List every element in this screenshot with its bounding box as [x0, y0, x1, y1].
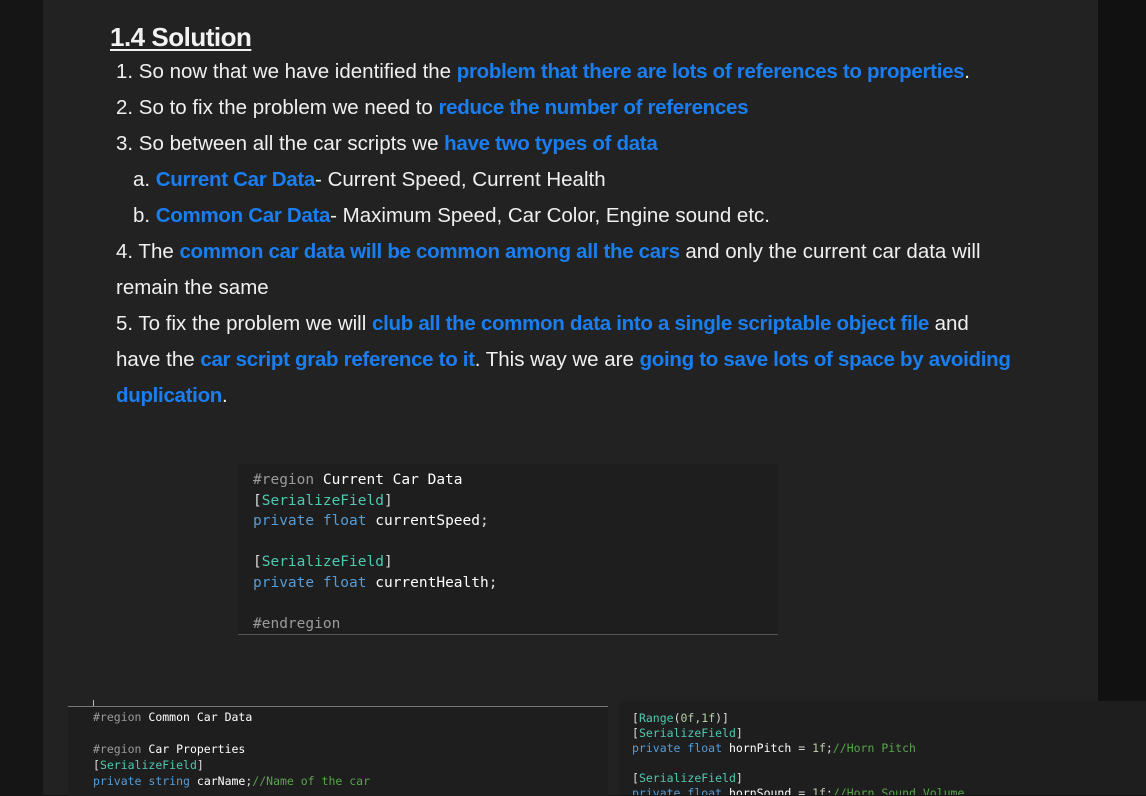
list-number: b. — [133, 204, 156, 227]
body-text: To fix the problem we will — [138, 312, 372, 335]
highlighted-text: Common Car Data — [155, 204, 331, 227]
section-heading: 1.4 Solution — [110, 22, 252, 52]
body-text: . This way we are — [474, 348, 640, 371]
list-item-continuation: remain the same — [116, 270, 1036, 306]
highlighted-text: club all the common data into a single s… — [371, 312, 929, 335]
highlighted-text: have two types of data — [444, 132, 658, 155]
body-text: - Maximum Speed, Car Color, Engine sound… — [330, 204, 770, 227]
body-text: . — [964, 60, 970, 83]
list-item: 3. So between all the car scripts we hav… — [116, 126, 1036, 162]
code-snippet-current-car-data: #region Current Car Data [SerializeField… — [238, 464, 778, 635]
list-number: 1. — [116, 60, 139, 83]
highlighted-text: duplication — [116, 384, 223, 407]
highlighted-text: common car data will be common among all… — [179, 240, 680, 263]
list-item-continuation: duplication. — [116, 378, 1036, 414]
code-snippet-horn-settings: [Range(0f,1f)] [SerializeField] private … — [619, 701, 1146, 795]
list-item: 1. So now that we have identified the pr… — [116, 54, 1036, 90]
body-text: So between all the car scripts we — [138, 132, 445, 155]
body-text: and only the current car data will — [679, 240, 981, 263]
body-text: . — [222, 384, 228, 407]
list-item: 2. So to fix the problem we need to redu… — [116, 90, 1036, 126]
list-number: 5. — [116, 312, 139, 335]
solution-list: 1. So now that we have identified the pr… — [116, 54, 1036, 414]
body-text: and — [928, 312, 969, 335]
body-text: have the — [116, 348, 201, 371]
list-item: 5. To fix the problem we will club all t… — [116, 306, 1036, 342]
highlighted-text: Current Car Data — [155, 168, 316, 191]
right-gutter — [1098, 0, 1146, 795]
highlighted-text: car script grab reference to it — [200, 348, 475, 371]
body-text: The — [138, 240, 180, 263]
body-text: So to fix the problem we need to — [138, 96, 439, 119]
code-snippet-common-car-data: #region Common Car Data #region Car Prop… — [68, 706, 608, 796]
highlighted-text: reduce the number of references — [438, 96, 749, 119]
list-number: a. — [133, 168, 156, 191]
list-number: 3. — [116, 132, 139, 155]
list-sub-item: b. Common Car Data- Maximum Speed, Car C… — [116, 198, 1036, 234]
body-text: So now that we have identified the — [138, 60, 457, 83]
list-item-continuation: have the car script grab reference to it… — [116, 342, 1036, 378]
highlighted-text: going to save lots of space by avoiding — [639, 348, 1011, 371]
body-text: remain the same — [116, 276, 269, 299]
list-item: 4. The common car data will be common am… — [116, 234, 1036, 270]
highlighted-text: problem that there are lots of reference… — [456, 60, 965, 83]
list-number: 4. — [116, 240, 139, 263]
body-text: - Current Speed, Current Health — [315, 168, 606, 191]
list-sub-item: a. Current Car Data- Current Speed, Curr… — [116, 162, 1036, 198]
list-number: 2. — [116, 96, 139, 119]
